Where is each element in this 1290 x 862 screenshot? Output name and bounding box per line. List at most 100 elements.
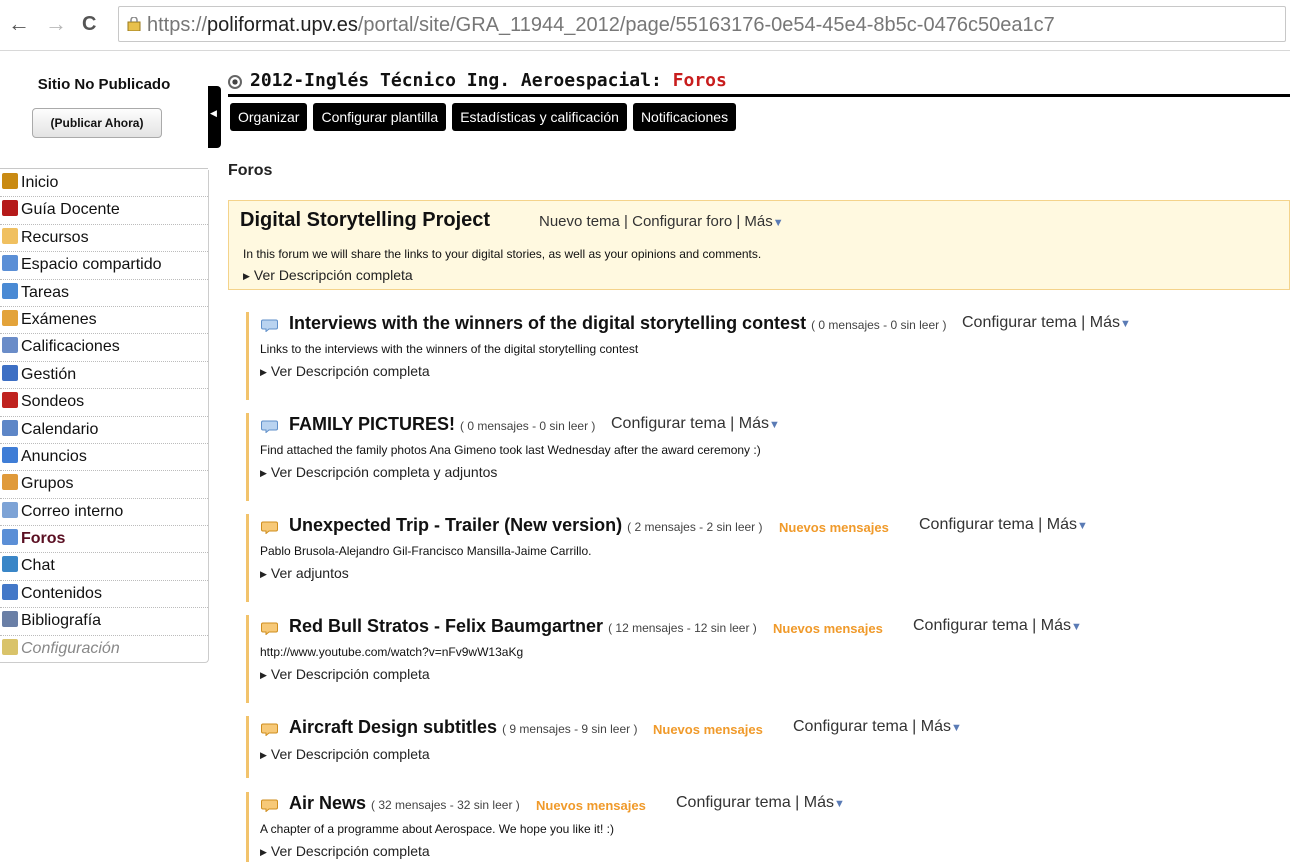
sidebar-item-anuncios[interactable]: Anuncios (0, 444, 208, 472)
topic-more-link[interactable]: Más▼ (804, 794, 845, 811)
sidebar-item-espacio-compartido[interactable]: Espacio compartido (0, 252, 208, 280)
tab-configurar-plantilla[interactable]: Configurar plantilla (313, 103, 447, 131)
new-messages-badge[interactable]: Nuevos mensajes (779, 520, 889, 535)
expand-triangle-icon: ▶ (260, 569, 267, 579)
sidebar-item-label: Anuncios (21, 447, 87, 465)
topic-title[interactable]: Air News ( 32 mensajes - 32 sin leer ) (289, 793, 520, 814)
configure-topic-link[interactable]: Configurar tema (919, 516, 1034, 533)
topic-actions: Configurar tema | Más▼ (793, 718, 962, 735)
tab-estadisticas[interactable]: Estadísticas y calificación (452, 103, 627, 131)
topic-item: Unexpected Trip - Trailer (New version) … (246, 514, 1289, 602)
address-bar[interactable]: https://poliformat.upv.es/portal/site/GR… (118, 6, 1286, 42)
configure-topic-link[interactable]: Configurar tema (611, 415, 726, 432)
groups-icon (2, 474, 18, 491)
topic-expand-link[interactable]: ▶ Ver Descripción completa (260, 746, 430, 762)
sidebar-item-recursos[interactable]: Recursos (0, 225, 208, 253)
configure-topic-link[interactable]: Configurar tema (793, 718, 908, 735)
topic-item: Air News ( 32 mensajes - 32 sin leer ) Nu… (246, 792, 1289, 862)
new-topic-link[interactable]: Nuevo tema (539, 213, 620, 230)
assignment-icon (2, 282, 18, 299)
sidebar-item-label: Configuración (21, 639, 120, 657)
sidebar-item-label: Calendario (21, 420, 99, 438)
forward-arrow-icon[interactable]: → (45, 9, 67, 39)
topic-more-link[interactable]: Más▼ (1090, 314, 1131, 331)
topic-expand-link[interactable]: ▶ Ver Descripción completa (260, 843, 430, 859)
topic-expand-link[interactable]: ▶ Ver adjuntos (260, 565, 349, 581)
topic-more-link[interactable]: Más▼ (1047, 516, 1088, 533)
sidebar-item-label: Espacio compartido (21, 256, 162, 274)
sidebar-item-calificaciones[interactable]: Calificaciones (0, 334, 208, 362)
site-sidebar: Sitio No Publicado (Publicar Ahora) Inic… (0, 50, 209, 862)
collapse-arrow-icon: ◀ (210, 108, 217, 118)
topic-description: Links to the interviews with the winners… (260, 342, 639, 356)
topic-expand-link[interactable]: ▶ Ver Descripción completa (260, 363, 430, 379)
topic-description: A chapter of a programme about Aerospace… (260, 822, 614, 836)
configure-topic-link[interactable]: Configurar tema (962, 314, 1077, 331)
reload-icon[interactable]: C (82, 9, 96, 39)
topic-item: FAMILY PICTURES! ( 0 mensajes - 0 sin le… (246, 413, 1289, 501)
dropdown-caret-icon: ▼ (772, 217, 784, 229)
forum-icon (2, 529, 18, 546)
sidebar-item-label: Tareas (21, 283, 70, 301)
topic-title[interactable]: FAMILY PICTURES! ( 0 mensajes - 0 sin le… (289, 414, 595, 435)
site-security-icon[interactable] (127, 17, 141, 31)
tab-notificaciones[interactable]: Notificaciones (632, 103, 737, 131)
shared-folder-icon (2, 255, 18, 272)
sidebar-item-inicio[interactable]: Inicio (0, 170, 208, 198)
sidebar-item-chat[interactable]: Chat (0, 553, 208, 581)
topic-message-count: ( 32 mensajes - 32 sin leer ) (371, 798, 520, 812)
topic-expand-link[interactable]: ▶ Ver Descripción completa (260, 666, 430, 682)
topic-item: Interviews with the winners of the digit… (246, 312, 1289, 400)
topic-description: Find attached the family photos Ana Gime… (260, 443, 761, 457)
sidebar-item-configuracion[interactable]: Configuración (0, 636, 208, 662)
forum-expand-link[interactable]: ▶ Ver Descripción completa (243, 267, 413, 283)
sidebar-item-contenidos[interactable]: Contenidos (0, 581, 208, 609)
sidebar-item-grupos[interactable]: Grupos (0, 471, 208, 499)
topic-more-link[interactable]: Más▼ (921, 718, 962, 735)
sidebar-item-label: Sondeos (21, 393, 85, 411)
new-messages-badge[interactable]: Nuevos mensajes (536, 798, 646, 813)
expand-triangle-icon: ▶ (260, 468, 267, 478)
sidebar-item-foros[interactable]: Foros (0, 526, 208, 554)
dropdown-caret-icon: ▼ (1071, 621, 1082, 633)
forum-more-link[interactable]: Más▼ (744, 213, 783, 230)
topic-actions: Configurar tema | Más▼ (919, 516, 1088, 533)
sidebar-item-gestion[interactable]: Gestión (0, 362, 208, 390)
unread-topic-icon (261, 622, 278, 635)
topic-more-link[interactable]: Más▼ (739, 415, 780, 432)
expand-triangle-icon: ▶ (260, 367, 267, 377)
topic-item: Red Bull Stratos - Felix Baumgartner ( 1… (246, 615, 1289, 703)
topic-actions: Configurar tema | Más▼ (913, 617, 1082, 634)
book-icon (2, 200, 18, 217)
sidebar-item-bibliografia[interactable]: Bibliografía (0, 608, 208, 636)
sidebar-item-guia-docente[interactable]: Guía Docente (0, 197, 208, 225)
configure-topic-link[interactable]: Configurar tema (913, 617, 1028, 634)
new-messages-badge[interactable]: Nuevos mensajes (773, 621, 883, 636)
sidebar-item-label: Chat (21, 557, 55, 575)
topic-title[interactable]: Red Bull Stratos - Felix Baumgartner ( 1… (289, 616, 757, 637)
topic-more-link[interactable]: Más▼ (1041, 617, 1082, 634)
sidebar-item-sondeos[interactable]: Sondeos (0, 389, 208, 417)
sidebar-item-calendario[interactable]: Calendario (0, 417, 208, 444)
topic-message-count: ( 0 mensajes - 0 sin leer ) (460, 419, 596, 433)
topic-expand-link[interactable]: ▶ Ver Descripción completa y adjuntos (260, 464, 497, 480)
publish-now-button[interactable]: (Publicar Ahora) (32, 108, 162, 138)
configure-topic-link[interactable]: Configurar tema (676, 794, 791, 811)
collapse-sidebar-tab[interactable]: ◀ (208, 86, 221, 148)
new-messages-badge[interactable]: Nuevos mensajes (653, 722, 763, 737)
sidebar-item-label: Correo interno (21, 502, 124, 520)
tab-organizar[interactable]: Organizar (230, 103, 308, 131)
home-icon (2, 173, 18, 189)
topic-title[interactable]: Interviews with the winners of the digit… (289, 313, 946, 334)
configure-forum-link[interactable]: Configurar foro (632, 213, 732, 230)
sidebar-item-label: Grupos (21, 475, 74, 493)
topic-title[interactable]: Aircraft Design subtitles ( 9 mensajes -… (289, 717, 637, 738)
forum-title[interactable]: Digital Storytelling Project (240, 209, 490, 232)
sidebar-item-correo-interno[interactable]: Correo interno (0, 499, 208, 527)
topic-title[interactable]: Unexpected Trip - Trailer (New version) … (289, 515, 763, 536)
sidebar-item-examenes[interactable]: Exámenes (0, 307, 208, 335)
back-arrow-icon[interactable]: ← (8, 9, 30, 39)
sidebar-item-tareas[interactable]: Tareas (0, 280, 208, 307)
dropdown-caret-icon: ▼ (1120, 318, 1131, 330)
section-heading: Foros (228, 162, 273, 179)
